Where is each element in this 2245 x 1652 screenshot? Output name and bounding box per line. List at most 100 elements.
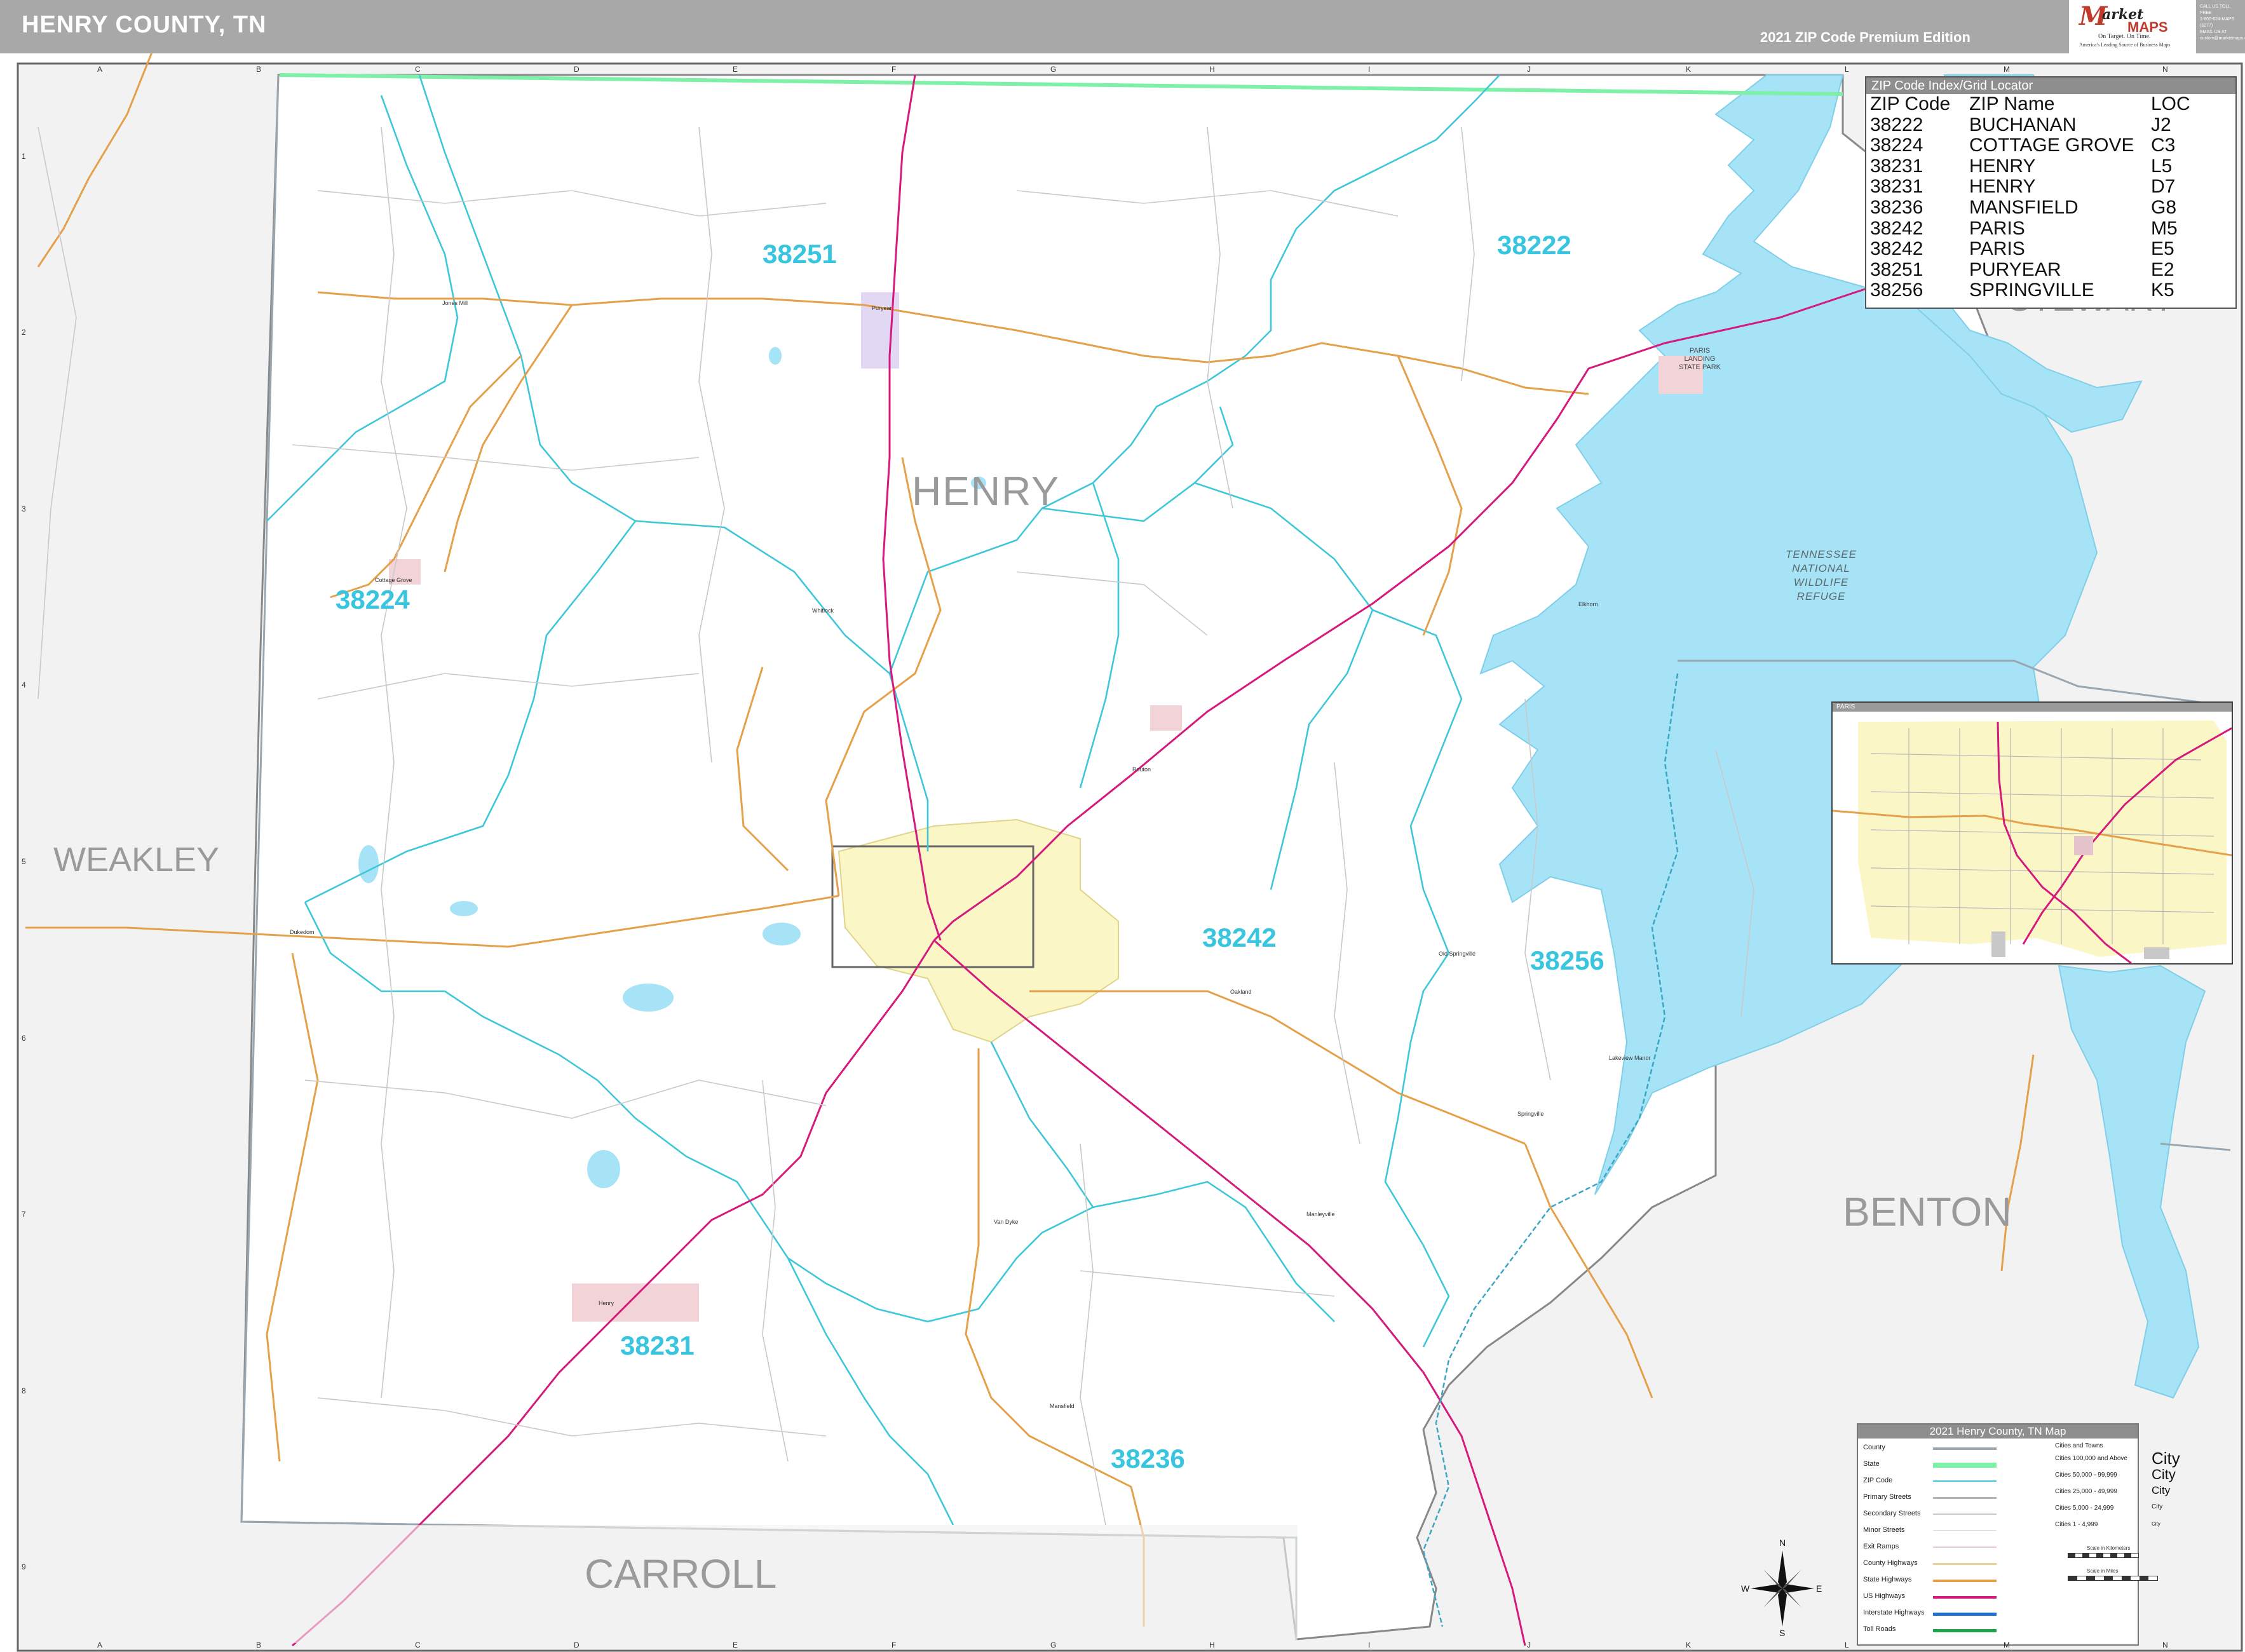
loc-cell: E5 xyxy=(2151,238,2174,260)
legend-swatch-us-hwy xyxy=(1933,1596,1997,1599)
county-label-henry: HENRY xyxy=(912,468,1060,514)
place-routon: Routon xyxy=(1132,766,1151,773)
grid-row-label: 9 xyxy=(22,1562,26,1572)
grid-col-label-top: D xyxy=(574,65,580,74)
grid-row-label: 8 xyxy=(22,1386,26,1395)
compass-s: S xyxy=(1779,1628,1786,1638)
grid-col-label-bottom: N xyxy=(2162,1641,2168,1649)
zip-cell: 38222 xyxy=(1870,114,1923,135)
zip-cell: 38242 xyxy=(1870,217,1923,239)
grid-col-label-bottom: C xyxy=(415,1641,421,1649)
zip-label: 38242 xyxy=(1202,923,1277,952)
legend-item: US Highways xyxy=(1863,1592,1906,1600)
zip-name-cell: BUCHANAN xyxy=(1969,114,2077,135)
grid-col-label-top: L xyxy=(1845,65,1849,74)
table-row: 38222 BUCHANAN J2 xyxy=(1870,114,2190,136)
logo-tagline: On Target. On Time. xyxy=(2098,33,2151,40)
table-row: 38236 MANSFIELD G8 xyxy=(1870,196,2190,219)
county-label-benton: BENTON xyxy=(1843,1189,2012,1235)
zip-name-cell: COTTAGE GROVE xyxy=(1969,135,2134,156)
legend-swatch-state-hwy xyxy=(1933,1580,1997,1582)
legend-item: State Highways xyxy=(1863,1576,1912,1583)
zip-cell: 38231 xyxy=(1870,176,1923,198)
contact-line: CALL US TOLL FREE xyxy=(2200,4,2230,15)
cities-header: Cities and Towns xyxy=(2055,1442,2103,1449)
table-row: 38242 PARIS E5 xyxy=(1870,239,2190,260)
legend-item: Toll Roads xyxy=(1863,1625,1896,1633)
zip-name-cell: MANSFIELD xyxy=(1969,196,2079,218)
header-bar: HENRY COUNTY, TN 2021 ZIP Code Premium E… xyxy=(0,0,2245,53)
legend-item: Primary Streets xyxy=(1863,1493,1911,1501)
table-row: 38231 HENRY D7 xyxy=(1870,177,2190,198)
city-class: Cities 50,000 - 99,999 xyxy=(2055,1472,2117,1479)
place-henry: Henry xyxy=(599,1300,614,1306)
scale-km-label: Scale in Kilometers xyxy=(2087,1545,2131,1551)
city-sample-medium: City xyxy=(2152,1466,2176,1482)
city-class: Cities 25,000 - 49,999 xyxy=(2055,1488,2117,1495)
legend-item: ZIP Code xyxy=(1863,1477,1893,1484)
county-label-weakley: WEAKLEY xyxy=(53,841,220,879)
grid-col-label-top: A xyxy=(97,65,103,74)
table-row: 38224 COTTAGE GROVE C3 xyxy=(1870,135,2190,156)
loc-cell: C3 xyxy=(2151,135,2176,156)
zip-label: 38224 xyxy=(336,585,410,614)
grid-col-label-bottom: J xyxy=(1527,1641,1531,1649)
loc-cell: J2 xyxy=(2151,114,2171,135)
legend-swatch-minor xyxy=(1933,1530,1997,1531)
place-manleyville: Manleyville xyxy=(1306,1211,1335,1217)
compass-icon xyxy=(1751,1550,1814,1627)
grid-col-label-bottom: E xyxy=(733,1641,738,1649)
grid-col-label-top: H xyxy=(1209,65,1215,74)
city-sample-smallest: City xyxy=(2152,1521,2160,1527)
compass-w: W xyxy=(1741,1583,1750,1594)
scale-km-bar xyxy=(2068,1553,2139,1558)
zip-name-cell: HENRY xyxy=(1969,176,2036,198)
contact-line: 1-800-624-MAPS (6277) xyxy=(2200,17,2235,28)
legend-swatch-county-hwy xyxy=(1933,1563,1997,1565)
paris-inset-map[interactable]: PARIS xyxy=(1831,701,2233,965)
legend-item: Minor Streets xyxy=(1863,1526,1905,1534)
zip-cell: 38242 xyxy=(1870,238,1923,260)
legend-swatch-toll xyxy=(1933,1629,1997,1632)
scale-mi-label: Scale in Miles xyxy=(2087,1568,2119,1574)
place-dukedom: Dukedom xyxy=(290,929,315,935)
contact-info: CALL US TOLL FREE 1-800-624-MAPS (6277) … xyxy=(2200,4,2245,42)
col-header: ZIP Code xyxy=(1870,93,1951,114)
place-puryear: Puryear xyxy=(872,305,892,311)
legend-swatch-interstate xyxy=(1933,1613,1997,1616)
inset-gray-patch xyxy=(2144,947,2169,959)
contact-line: custom@marketmaps.com xyxy=(2200,36,2245,41)
contact-line: EMAIL US AT xyxy=(2200,30,2227,34)
scale-mi-bar xyxy=(2068,1576,2158,1581)
legend-item: County Highways xyxy=(1863,1559,1918,1567)
grid-col-label-top: M xyxy=(2004,65,2010,74)
grid-row-label: 7 xyxy=(22,1210,26,1219)
legend-item: Exit Ramps xyxy=(1863,1543,1899,1550)
grid-row-label: 6 xyxy=(22,1033,26,1043)
col-header: LOC xyxy=(2151,93,2190,114)
grid-col-label-bottom: K xyxy=(1686,1641,1692,1649)
zip-name-cell: PARIS xyxy=(1969,238,2025,260)
place-paris-landing: PARIS LANDING STATE PARK xyxy=(1678,347,1721,371)
grid-col-label-bottom: B xyxy=(256,1641,262,1649)
grid-col-label-bottom: L xyxy=(1845,1641,1849,1649)
grid-row-label: 3 xyxy=(22,504,26,513)
zip-cell: 38256 xyxy=(1870,280,1923,301)
zip-name-cell: PARIS xyxy=(1969,217,2025,239)
zip-cell: 38231 xyxy=(1870,155,1923,177)
buchanan-patch xyxy=(1150,705,1182,731)
grid-col-label-bottom: M xyxy=(2004,1641,2010,1649)
grid-col-label-bottom: G xyxy=(1050,1641,1057,1649)
grid-col-label-bottom: F xyxy=(892,1641,897,1649)
grid-col-label-top: I xyxy=(1368,65,1371,74)
zip-name-cell: PURYEAR xyxy=(1969,259,2061,280)
market-maps-logo[interactable]: M arket MAPS On Target. On Time. America… xyxy=(2069,0,2196,53)
table-row: 38256 SPRINGVILLE K5 xyxy=(1870,280,2190,301)
zip-cell: 38236 xyxy=(1870,196,1923,218)
grid-col-label-bottom: D xyxy=(574,1641,580,1649)
loc-cell: G8 xyxy=(2151,196,2177,218)
place-mansfield: Mansfield xyxy=(1050,1403,1075,1409)
zip-index-table: ZIP Code ZIP Name LOC 38222 BUCHANAN J2 38… xyxy=(1870,93,2190,301)
legend-swatch-secondary xyxy=(1933,1513,1997,1515)
legend-swatch-zip xyxy=(1933,1480,1997,1482)
